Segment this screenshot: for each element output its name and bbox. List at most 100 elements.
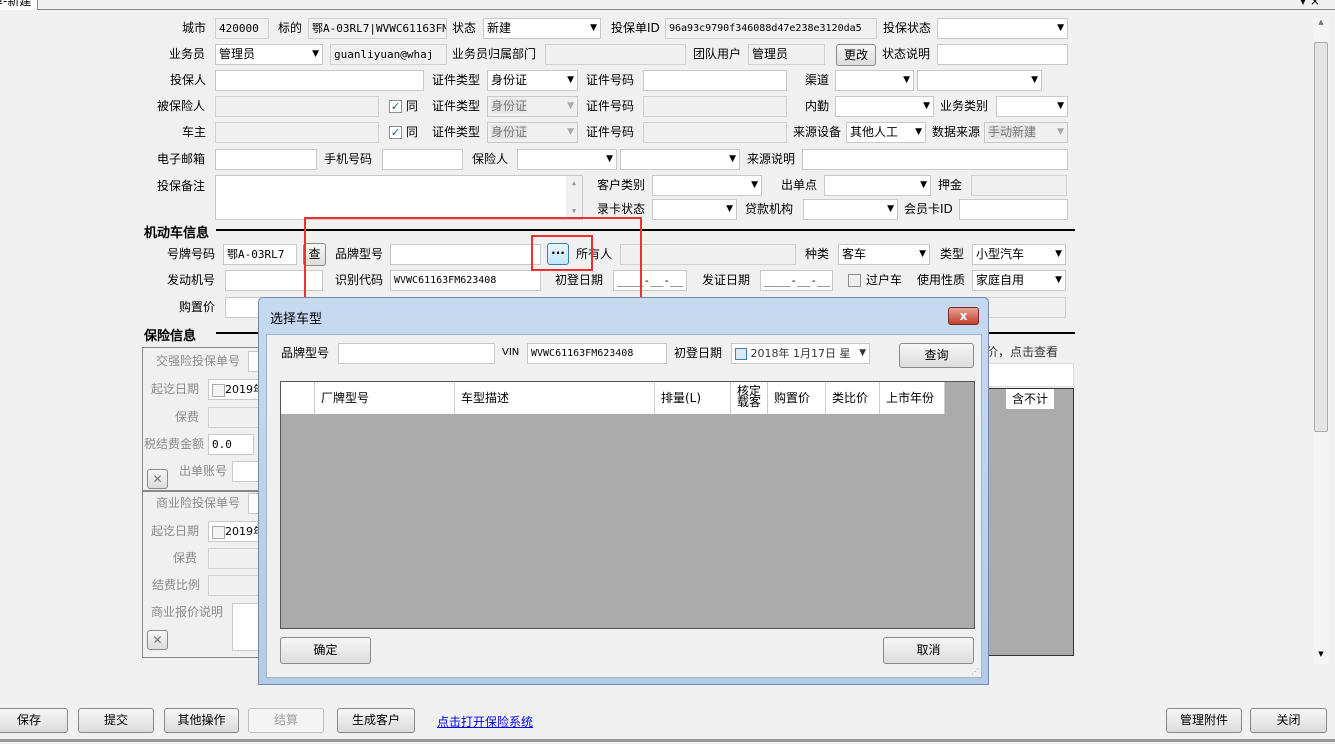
tax-field[interactable]: 0.0 [208,434,254,455]
submit-button[interactable]: 提交 [78,708,154,733]
resize-grip-icon[interactable]: ⋰ [971,667,979,676]
open-insurance-system-link[interactable]: 点击打开保险系统 [437,713,533,730]
source-device-select[interactable]: 其他人工 ▼ [846,122,926,143]
insured-id-type-value: 身份证 [491,99,528,113]
dialog-close-button[interactable]: x [948,307,979,325]
change-button[interactable]: 更改 [836,44,876,66]
plate-label: 号牌号码 [167,247,216,261]
remark-textarea[interactable]: ▲ ▼ [215,175,583,220]
commercial-period-checkbox[interactable] [212,525,225,539]
insurer-sub-select[interactable]: ▼ [620,149,740,170]
col-ref-price[interactable]: 类比价 [826,382,880,414]
deposit-field[interactable] [971,175,1067,196]
insured-same-checkbox[interactable]: ✓ [389,100,402,113]
chevron-down-icon: ▼ [1031,75,1038,85]
applicant-id-no-field[interactable] [643,70,787,91]
data-source-select[interactable]: 手动新建 ▼ [984,122,1068,143]
usage-select[interactable]: 家庭自用 ▼ [972,270,1066,291]
issue-point-select[interactable]: ▼ [824,175,931,196]
source-note-field[interactable] [802,149,1068,170]
owner-id-no-field[interactable] [643,122,787,143]
salesman-select[interactable]: 管理员 ▼ [215,44,323,65]
dept-field[interactable] [545,44,686,65]
card-status-select[interactable]: ▼ [652,199,737,220]
policy-status-select[interactable]: ▼ [937,18,1068,39]
other-actions-button[interactable]: 其他操作 [164,708,239,733]
main-scrollbar[interactable]: ▲ ▼ [1313,18,1329,664]
dialog-cancel-button[interactable]: 取消 [883,637,974,664]
top-tab-strip [0,0,1335,10]
col-displacement[interactable]: 排量(L) [655,382,731,414]
compulsory-period-checkbox[interactable] [212,383,225,397]
dept-label: 业务员归属部门 [452,47,537,61]
subject-field[interactable]: 鄂A-03RL7|WVWC61163FM [308,18,447,39]
cert-date-field[interactable]: ____-__-__ [760,270,833,291]
chevron-down-icon: ▼ [312,49,319,59]
window-menu-close[interactable]: ▾ × [1300,0,1320,8]
type-value: 小型汽车 [976,247,1025,261]
channel-select[interactable]: ▼ [835,70,914,91]
dialog-vin-field[interactable]: WVWC61163FM623408 [527,343,667,364]
kind-select[interactable]: 客车 ▼ [838,244,930,265]
applicant-id-type-select[interactable]: 身份证 ▼ [487,70,578,91]
compulsory-period-label: 起讫日期 [151,382,200,396]
email-field[interactable] [215,149,317,170]
internal-label: 内勤 [805,99,830,113]
dialog-reg-checkbox[interactable] [735,348,747,360]
dialog-reg-date-picker[interactable]: 2018年 1月17日 星 ▼ [731,343,870,364]
status-note-field[interactable] [937,44,1068,65]
vehicle-extra-field[interactable] [985,297,1066,318]
remark-scrollbar[interactable]: ▲ ▼ [566,176,582,219]
save-button[interactable]: 保存 [0,708,68,733]
bottom-border [0,739,1335,742]
insured-field[interactable] [215,96,379,117]
dialog-query-button[interactable]: 查询 [899,343,974,368]
dialog-vin-label: VIN [502,347,520,358]
col-brand-model[interactable]: 厂牌型号 [315,382,455,414]
col-description[interactable]: 车型描述 [455,382,655,414]
compulsory-clear-button[interactable]: ✕ [147,469,168,489]
create-customer-button[interactable]: 生成客户 [337,708,415,733]
salesman-value: 管理员 [219,47,256,61]
customer-type-select[interactable]: ▼ [652,175,762,196]
dialog-brand-field[interactable] [338,343,495,364]
team-user-field[interactable]: 管理员 [748,44,825,65]
mobile-field[interactable] [382,149,463,170]
internal-select[interactable]: ▼ [835,96,934,117]
owner-field[interactable] [215,122,379,143]
col-purchase-price[interactable]: 购置价 [768,382,826,414]
model-grid[interactable]: 厂牌型号 车型描述 排量(L) 核定载客 购置价 类比价 上市年份 [280,381,975,629]
commercial-clear-button[interactable]: ✕ [147,630,168,650]
policy-id-field[interactable]: 96a93c9790f346088d47e238e3120da5 [665,18,877,39]
scrollbar-thumb[interactable] [1314,42,1328,432]
manage-attachments-button[interactable]: 管理附件 [1166,708,1242,733]
plate-field[interactable]: 鄂A-03RL7 [223,244,297,265]
type-select[interactable]: 小型汽车 ▼ [972,244,1066,265]
insured-id-no-field[interactable] [643,96,787,117]
member-card-field[interactable] [959,199,1068,220]
dialog-ok-button[interactable]: 确定 [280,637,371,664]
col-seats[interactable]: 核定载客 [731,382,768,414]
owner-same-checkbox[interactable]: ✓ [389,126,402,139]
status-select[interactable]: 新建 ▼ [483,18,601,39]
vehicle-owner-field[interactable] [620,244,796,265]
col-launch-year[interactable]: 上市年份 [880,382,945,414]
insurer-select[interactable]: ▼ [517,149,617,170]
close-button[interactable]: 关闭 [1250,708,1327,733]
salesman-email-field[interactable]: guanliyuan@whaj [330,44,447,65]
view-hint[interactable]: 价，点击查看 [986,342,1058,362]
scroll-up-icon[interactable]: ▲ [1313,18,1329,32]
transfer-checkbox[interactable] [848,274,861,287]
insured-id-type-select[interactable]: 身份证 ▼ [487,96,578,117]
settle-button[interactable]: 结算 [248,708,324,733]
loan-org-select[interactable]: ▼ [803,199,898,220]
tab-policy-new[interactable]: 保单-新建 [0,0,39,10]
channel-sub-select[interactable]: ▼ [917,70,1042,91]
transfer-label: 过户车 [866,273,903,287]
biz-type-select[interactable]: ▼ [996,96,1068,117]
dialog-brand-label: 品牌型号 [281,346,330,360]
city-field[interactable]: 420000 [215,18,269,39]
scroll-down-icon[interactable]: ▼ [1313,650,1329,664]
owner-id-type-select[interactable]: 身份证 ▼ [487,122,578,143]
applicant-field[interactable] [215,70,424,91]
